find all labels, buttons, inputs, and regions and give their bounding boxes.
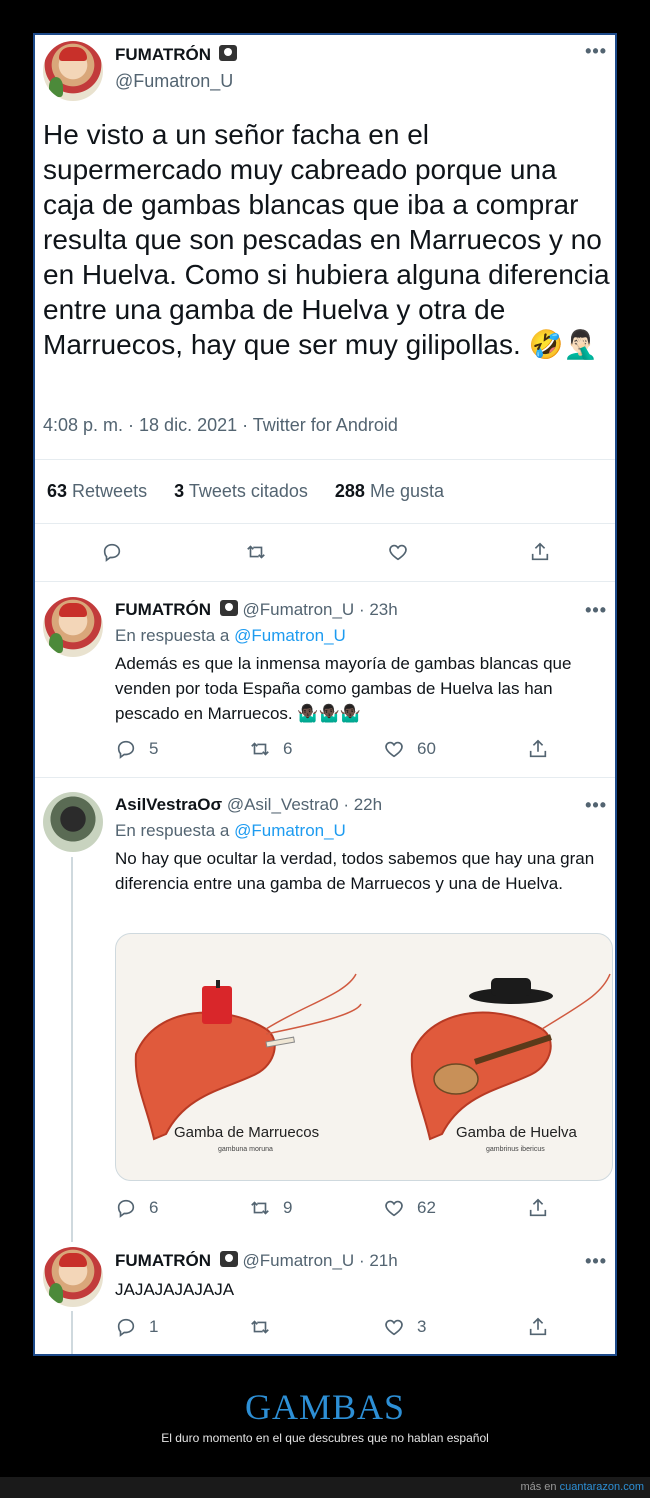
tweet-meta[interactable]: 4:08 p. m. · 18 dic. 2021 · Twitter for … xyxy=(43,415,398,436)
image-subcaption-left: gambuna moruna xyxy=(218,1146,273,1153)
retweet-icon xyxy=(251,1201,269,1215)
heart-icon xyxy=(389,544,407,561)
retweet-count: 6 xyxy=(283,739,293,758)
reply-to-line: En respuesta a @Fumatron_U xyxy=(115,821,346,840)
quotes-stat[interactable]: 3 Tweets citados xyxy=(174,481,308,501)
divider xyxy=(35,777,615,778)
retweet-button[interactable] xyxy=(245,541,267,563)
author-handle[interactable]: @Fumatron_U xyxy=(115,71,233,92)
more-icon[interactable]: ••• xyxy=(585,795,607,816)
retweet-button[interactable]: 9 xyxy=(249,1197,292,1219)
skull-flag-icon xyxy=(219,45,238,61)
author-name[interactable]: FUMATRÓN xyxy=(115,600,211,619)
author-handle[interactable]: @Fumatron_U xyxy=(242,1251,354,1270)
share-button[interactable] xyxy=(527,1197,549,1219)
skull-flag-icon xyxy=(219,1251,238,1267)
retweets-stat[interactable]: 63 Retweets xyxy=(47,481,147,501)
more-icon[interactable]: ••• xyxy=(585,41,607,62)
heart-icon xyxy=(385,1319,403,1336)
timestamp[interactable]: · 23h xyxy=(359,600,398,619)
retweet-button[interactable]: 6 xyxy=(249,738,292,760)
avatar[interactable] xyxy=(43,792,103,852)
heart-icon xyxy=(385,741,403,758)
shrimp-right-drawing xyxy=(410,973,611,1141)
more-icon[interactable]: ••• xyxy=(585,1251,607,1272)
divider xyxy=(35,581,615,582)
tweet-text: He visto a un señor facha en el supermer… xyxy=(43,119,610,360)
more-icon[interactable]: ••• xyxy=(585,600,607,621)
share-icon xyxy=(529,1198,547,1217)
reply-button[interactable]: 1 xyxy=(115,1316,158,1338)
divider xyxy=(35,523,615,524)
reply-header: FUMATRÓN @Fumatron_U · 23h xyxy=(115,600,398,620)
like-button[interactable]: 62 xyxy=(383,1197,436,1219)
reply-header: AsilVestraOσ @Asil_Vestra0 · 22h xyxy=(115,795,382,815)
reply-count: 5 xyxy=(149,739,159,758)
like-count: 3 xyxy=(417,1317,427,1336)
like-count: 60 xyxy=(417,739,436,758)
retweet-icon xyxy=(251,742,269,756)
image-subcaption-right: gambrinus ibericus xyxy=(486,1146,545,1153)
post-subtitle: El duro momento en el que descubres que … xyxy=(161,1431,489,1445)
like-count: 62 xyxy=(417,1198,436,1217)
avatar[interactable] xyxy=(43,41,103,101)
reply-count: 6 xyxy=(149,1198,159,1217)
author-handle[interactable]: @Asil_Vestra0 xyxy=(227,795,339,814)
heart-icon xyxy=(385,1200,403,1217)
reply-count: 1 xyxy=(149,1317,159,1336)
reply-icon xyxy=(117,1318,135,1337)
retweet-icon xyxy=(247,545,265,559)
mention-link[interactable]: @Fumatron_U xyxy=(234,626,346,645)
reply-button[interactable] xyxy=(101,541,123,563)
tweet-text: JAJAJAJAJAJA xyxy=(115,1280,235,1299)
share-icon xyxy=(529,739,547,758)
retweet-icon xyxy=(251,1320,269,1334)
like-button[interactable]: 60 xyxy=(383,738,436,760)
shrimp-left-drawing xyxy=(134,973,362,1141)
avatar[interactable] xyxy=(43,597,103,657)
like-button[interactable]: 3 xyxy=(383,1316,426,1338)
more-at: más en cuantarazon.com xyxy=(520,1481,644,1493)
like-button[interactable] xyxy=(387,541,409,563)
reply-button[interactable]: 5 xyxy=(115,738,158,760)
divider xyxy=(35,459,615,460)
timestamp[interactable]: · 21h xyxy=(359,1251,398,1270)
share-icon xyxy=(531,542,549,561)
thread-connector xyxy=(71,1311,73,1354)
skull-flag-icon xyxy=(219,600,238,616)
tweet-stats: 63 Retweets 3 Tweets citados 288 Me gust… xyxy=(47,481,466,502)
author-name[interactable]: FUMATRÓN xyxy=(115,1251,211,1270)
shrimp-illustration xyxy=(134,973,611,1141)
share-icon xyxy=(529,1317,547,1336)
reply-to-line: En respuesta a @Fumatron_U xyxy=(115,626,346,645)
image-caption-right: Gamba de Huelva xyxy=(456,1124,577,1141)
thread-connector xyxy=(71,857,73,1242)
retweet-button[interactable] xyxy=(249,1316,283,1338)
retweet-count: 9 xyxy=(283,1198,293,1217)
reply-button[interactable]: 6 xyxy=(115,1197,158,1219)
share-button[interactable] xyxy=(527,738,549,760)
share-button[interactable] xyxy=(529,541,551,563)
share-button[interactable] xyxy=(527,1316,549,1338)
author-name[interactable]: FUMATRÓN xyxy=(115,45,211,64)
mention-link[interactable]: @Fumatron_U xyxy=(234,821,346,840)
site-footer-bar: más en cuantarazon.com xyxy=(0,1477,650,1498)
tweet-text: No hay que ocultar la verdad, todos sabe… xyxy=(115,849,595,893)
author-handle[interactable]: @Fumatron_U xyxy=(242,600,354,619)
avatar[interactable] xyxy=(43,1247,103,1307)
author-row: FUMATRÓN xyxy=(115,45,238,65)
tweet-image[interactable]: Gamba de Marruecos gambuna moruna Gamba … xyxy=(115,933,613,1181)
tweet-text: Además es que la inmensa mayoría de gamb… xyxy=(115,654,572,723)
site-link[interactable]: cuantarazon.com xyxy=(560,1481,644,1493)
reply-icon xyxy=(103,543,121,562)
likes-stat[interactable]: 288 Me gusta xyxy=(335,481,444,501)
timestamp[interactable]: · 22h xyxy=(343,795,382,814)
tweet-thread-card: FUMATRÓN @Fumatron_U ••• He visto a un s… xyxy=(33,33,617,1356)
reply-header: FUMATRÓN @Fumatron_U · 21h xyxy=(115,1251,398,1271)
reply-icon xyxy=(117,740,135,759)
post-title: GAMBAS xyxy=(244,1387,406,1427)
author-name[interactable]: AsilVestraOσ xyxy=(115,795,222,814)
reply-icon xyxy=(117,1199,135,1218)
image-caption-left: Gamba de Marruecos xyxy=(174,1124,320,1141)
